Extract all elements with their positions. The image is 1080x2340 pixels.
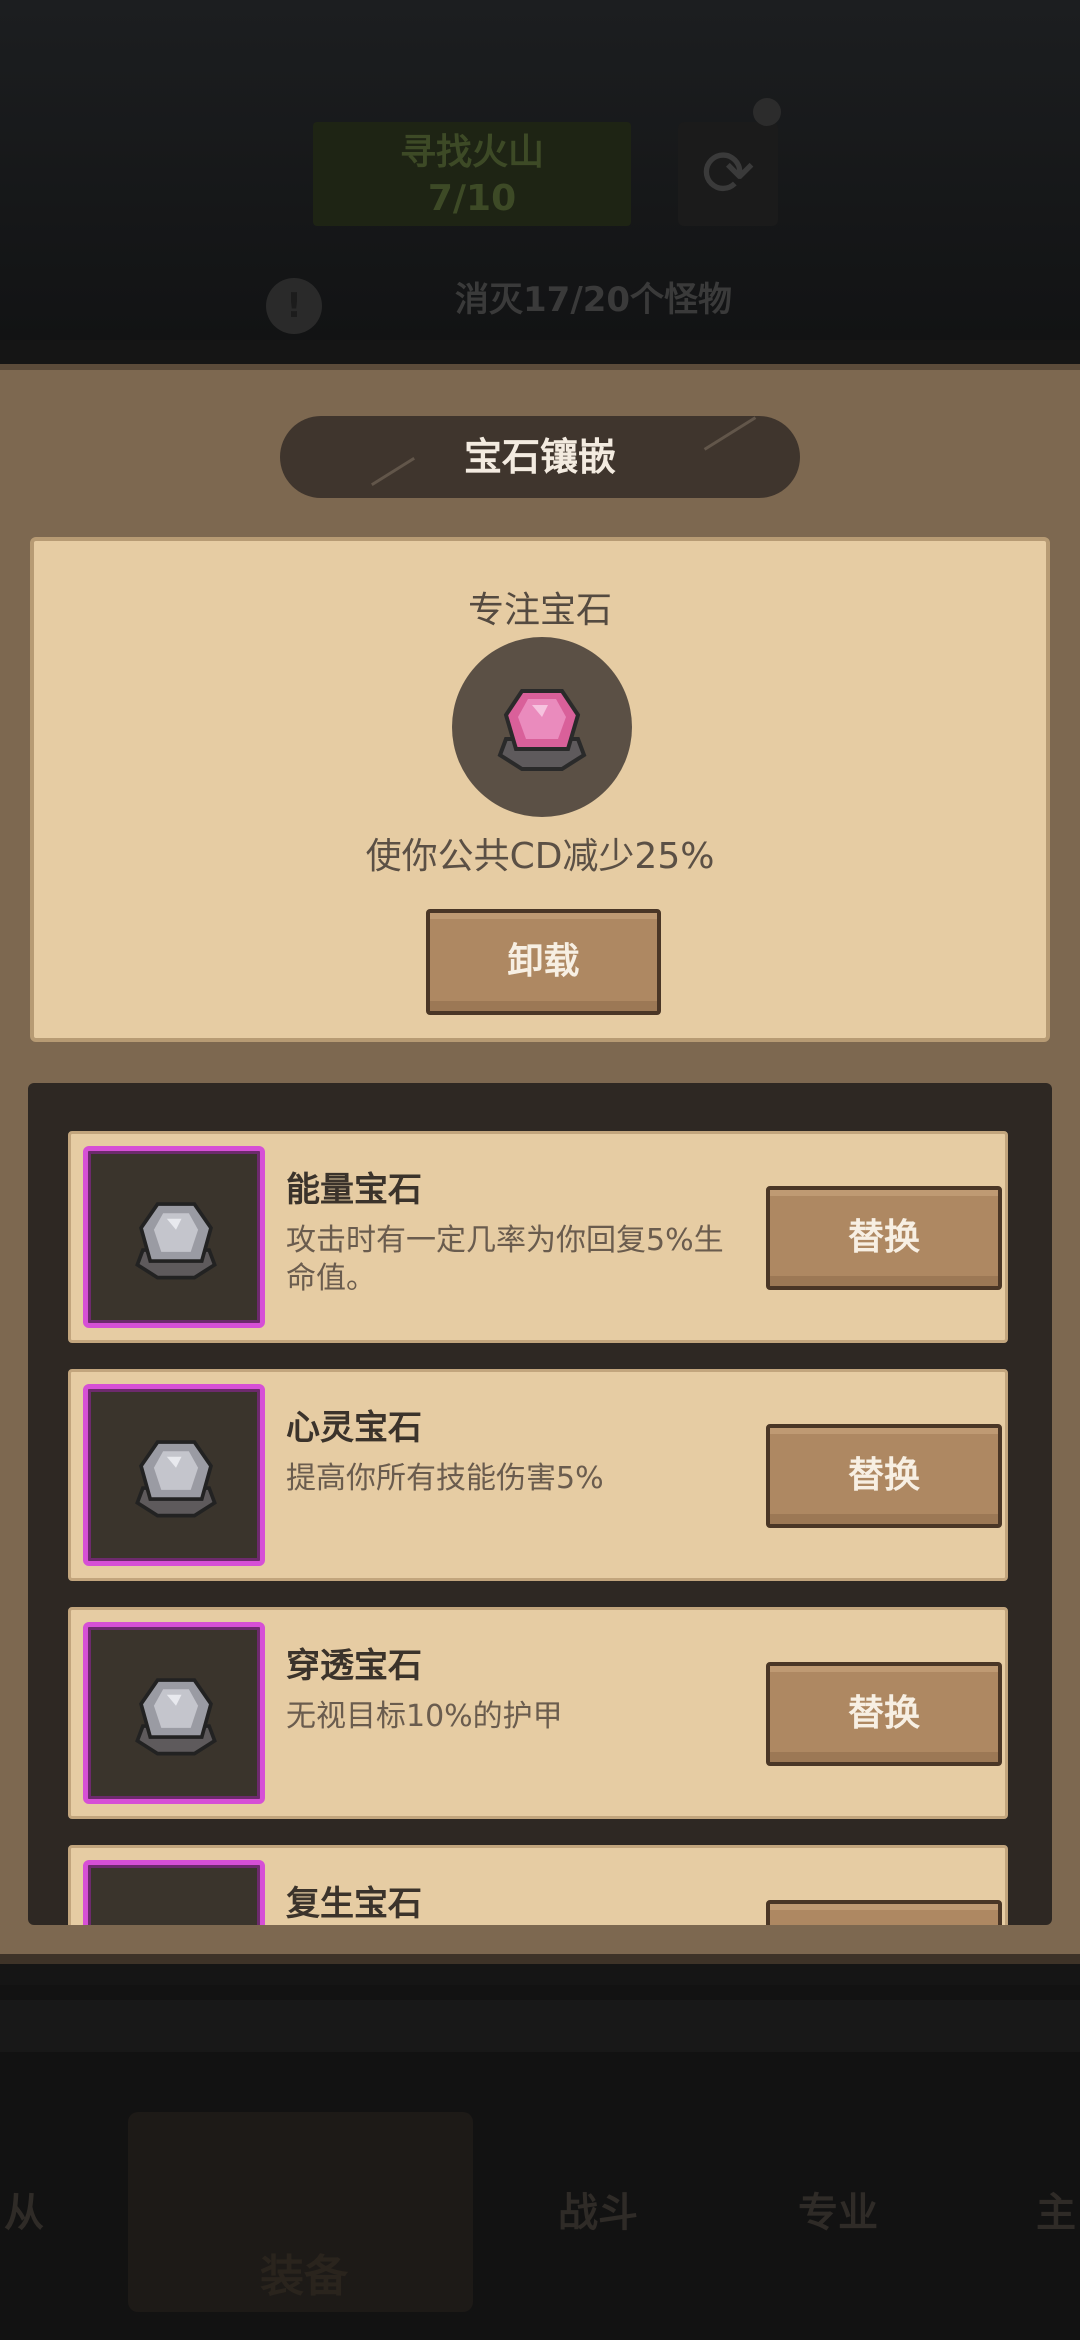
gem-name: 心灵宝石 <box>286 1408 422 1448</box>
gem-name: 复生宝石 <box>286 1884 422 1924</box>
replace-button[interactable]: 替换 <box>766 1186 1002 1290</box>
tab-follower: 从 <box>4 2190 44 2236</box>
replace-button[interactable]: 替换 <box>766 1900 1002 1925</box>
task-info-icon: ! <box>266 278 322 334</box>
gray-gem-icon <box>135 1678 217 1756</box>
equipped-gem-description: 使你公共CD减少25% <box>365 836 715 877</box>
quest-banner: 寻找火山 7/10 <box>313 122 631 226</box>
gem-name: 能量宝石 <box>286 1170 422 1210</box>
list-item: 复生宝石 替换 <box>68 1845 1008 1925</box>
gem-description: 提高你所有技能伤害5% <box>286 1461 604 1496</box>
gray-gem-icon <box>135 1440 217 1518</box>
list-item: 心灵宝石 提高你所有技能伤害5% 替换 <box>68 1369 1008 1581</box>
quest-progress: 7/10 <box>427 178 517 219</box>
unload-button[interactable]: 卸载 <box>426 909 661 1015</box>
list-item: 穿透宝石 无视目标10%的护甲 替换 <box>68 1607 1008 1819</box>
gem-name: 穿透宝石 <box>286 1646 422 1686</box>
replace-button[interactable]: 替换 <box>766 1662 1002 1766</box>
equipped-gem-name: 专注宝石 <box>467 590 612 631</box>
quest-title: 寻找火山 <box>399 132 544 173</box>
gray-gem-icon <box>135 1202 217 1280</box>
gem-slot <box>83 1146 265 1328</box>
gem-description: 无视目标10%的护甲 <box>286 1699 563 1734</box>
pink-gem-icon <box>497 689 587 771</box>
notification-dot <box>753 98 781 126</box>
tab-equip: 装备 <box>260 2251 348 2302</box>
tab-main: 主 <box>1036 2190 1076 2236</box>
gem-slot <box>83 1384 265 1566</box>
gem-slot <box>83 1622 265 1804</box>
refresh-icon: ⟳ <box>678 122 778 226</box>
replace-button[interactable]: 替换 <box>766 1424 1002 1528</box>
equipped-gem-card: 专注宝石 使你公共CD减少25% 卸载 <box>30 537 1050 1042</box>
gem-list[interactable]: 能量宝石 攻击时有一定几率为你回复5%生命值。 替换 心灵宝石 提高你所有技能伤… <box>28 1083 1052 1925</box>
panel-title: 宝石镶嵌 <box>280 416 800 498</box>
tab-profession: 专业 <box>798 2190 878 2236</box>
tab-battle: 战斗 <box>558 2190 638 2236</box>
gem-description: 攻击时有一定几率为你回复5%生命值。 <box>286 1223 724 1296</box>
task-text: 消灭17/20个怪物 <box>455 280 733 320</box>
list-item: 能量宝石 攻击时有一定几率为你回复5%生命值。 替换 <box>68 1131 1008 1343</box>
bottom-nav-strip <box>0 2000 1080 2052</box>
gem-socket <box>452 637 632 817</box>
gem-slot <box>83 1860 265 1925</box>
